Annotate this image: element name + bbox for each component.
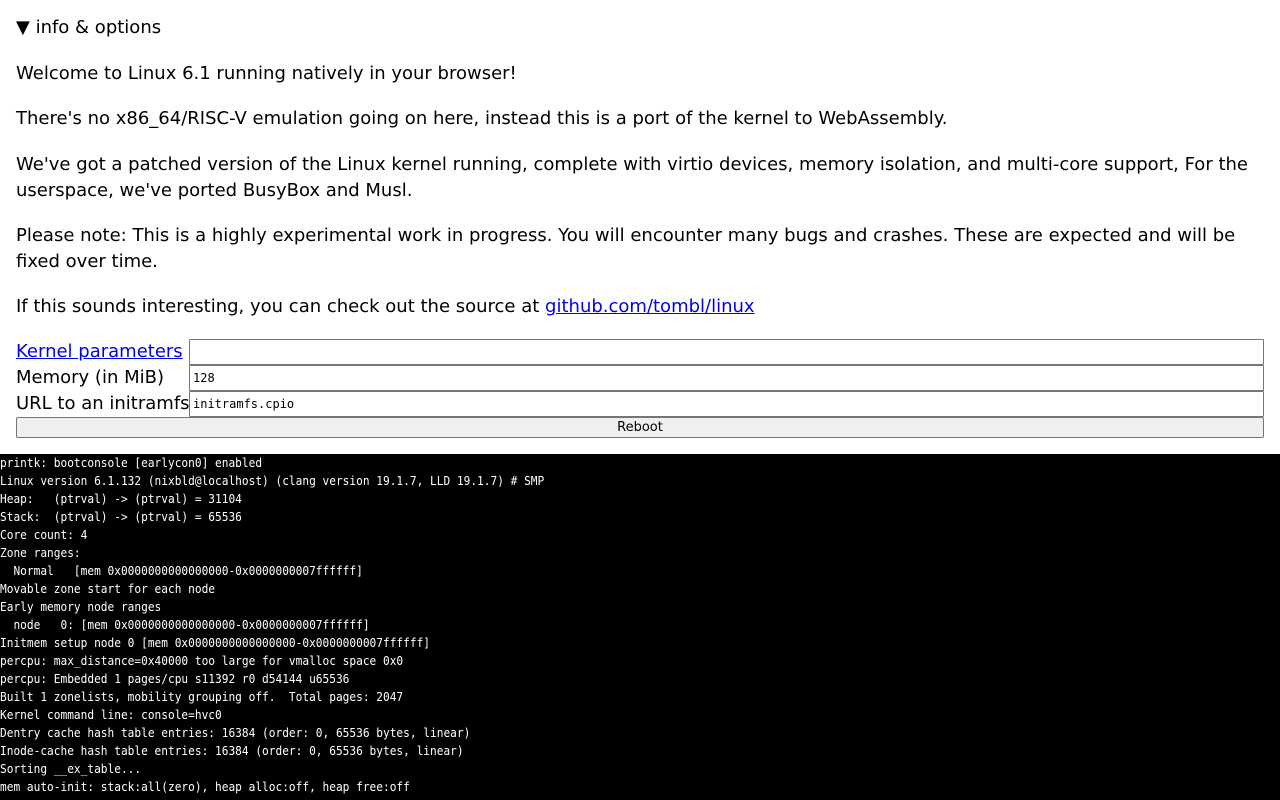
terminal-line: Normal [mem 0x0000000000000000-0x0000000… [0, 564, 363, 578]
terminal-line: Kernel command line: console=hvc0 [0, 708, 222, 722]
initramfs-label: URL to an initramfs [16, 393, 190, 414]
kernel-params-input[interactable] [189, 339, 1264, 365]
terminal-line: mem auto-init: stack:all(zero), heap all… [0, 780, 410, 794]
terminal-line: Movable zone start for each node [0, 582, 216, 596]
terminal-console[interactable]: printk: bootconsole [earlycon0] enabled L… [0, 454, 1280, 800]
welcome-text: Welcome to Linux 6.1 running natively in… [16, 63, 517, 84]
reboot-button[interactable]: Reboot [16, 417, 1264, 438]
terminal-line: Dentry cache hash table entries: 16384 (… [0, 726, 471, 740]
kernel-params-link[interactable]: Kernel parameters [16, 341, 183, 362]
terminal-line: Initmem setup node 0 [mem 0x000000000000… [0, 636, 431, 650]
memory-label: Memory (in MiB) [16, 367, 164, 388]
terminal-line: Sorting __ex_table... [0, 762, 142, 776]
terminal-line: Stack: (ptrval) -> (ptrval) = 65536 [0, 510, 242, 524]
terminal-line: node 0: [mem 0x0000000000000000-0x000000… [0, 618, 370, 632]
terminal-line: printk: bootconsole [earlycon0] enabled [0, 456, 263, 470]
terminal-line: Inode-cache hash table entries: 16384 (o… [0, 744, 464, 758]
no-emulation-text: There's no x86_64/RISC-V emulation going… [16, 108, 948, 129]
patched-kernel-text: We've got a patched version of the Linux… [16, 154, 1248, 201]
terminal-line: percpu: max_distance=0x40000 too large f… [0, 654, 404, 668]
terminal-line: Linux version 6.1.132 (nixbld@localhost)… [0, 474, 545, 488]
terminal-line: Early memory node ranges [0, 600, 162, 614]
kernel-params-label: Kernel parameters [16, 341, 183, 363]
terminal-line: Heap: (ptrval) -> (ptrval) = 31104 [0, 492, 242, 506]
terminal-line: percpu: Embedded 1 pages/cpu s11392 r0 d… [0, 672, 350, 686]
terminal-line: Core count: 4 [0, 528, 88, 542]
source-link[interactable]: github.com/tombl/linux [545, 296, 755, 317]
terminal-line: Zone ranges: [0, 546, 81, 560]
experimental-note-text: Please note: This is a highly experiment… [16, 225, 1236, 272]
terminal-line: Built 1 zonelists, mobility grouping off… [0, 690, 404, 704]
source-text: If this sounds interesting, you can chec… [16, 294, 1264, 320]
info-options-toggle[interactable]: ▼ info & options [16, 17, 161, 39]
initramfs-url-input[interactable] [189, 391, 1264, 417]
source-prefix: If this sounds interesting, you can chec… [16, 296, 546, 317]
memory-input[interactable] [189, 365, 1264, 391]
